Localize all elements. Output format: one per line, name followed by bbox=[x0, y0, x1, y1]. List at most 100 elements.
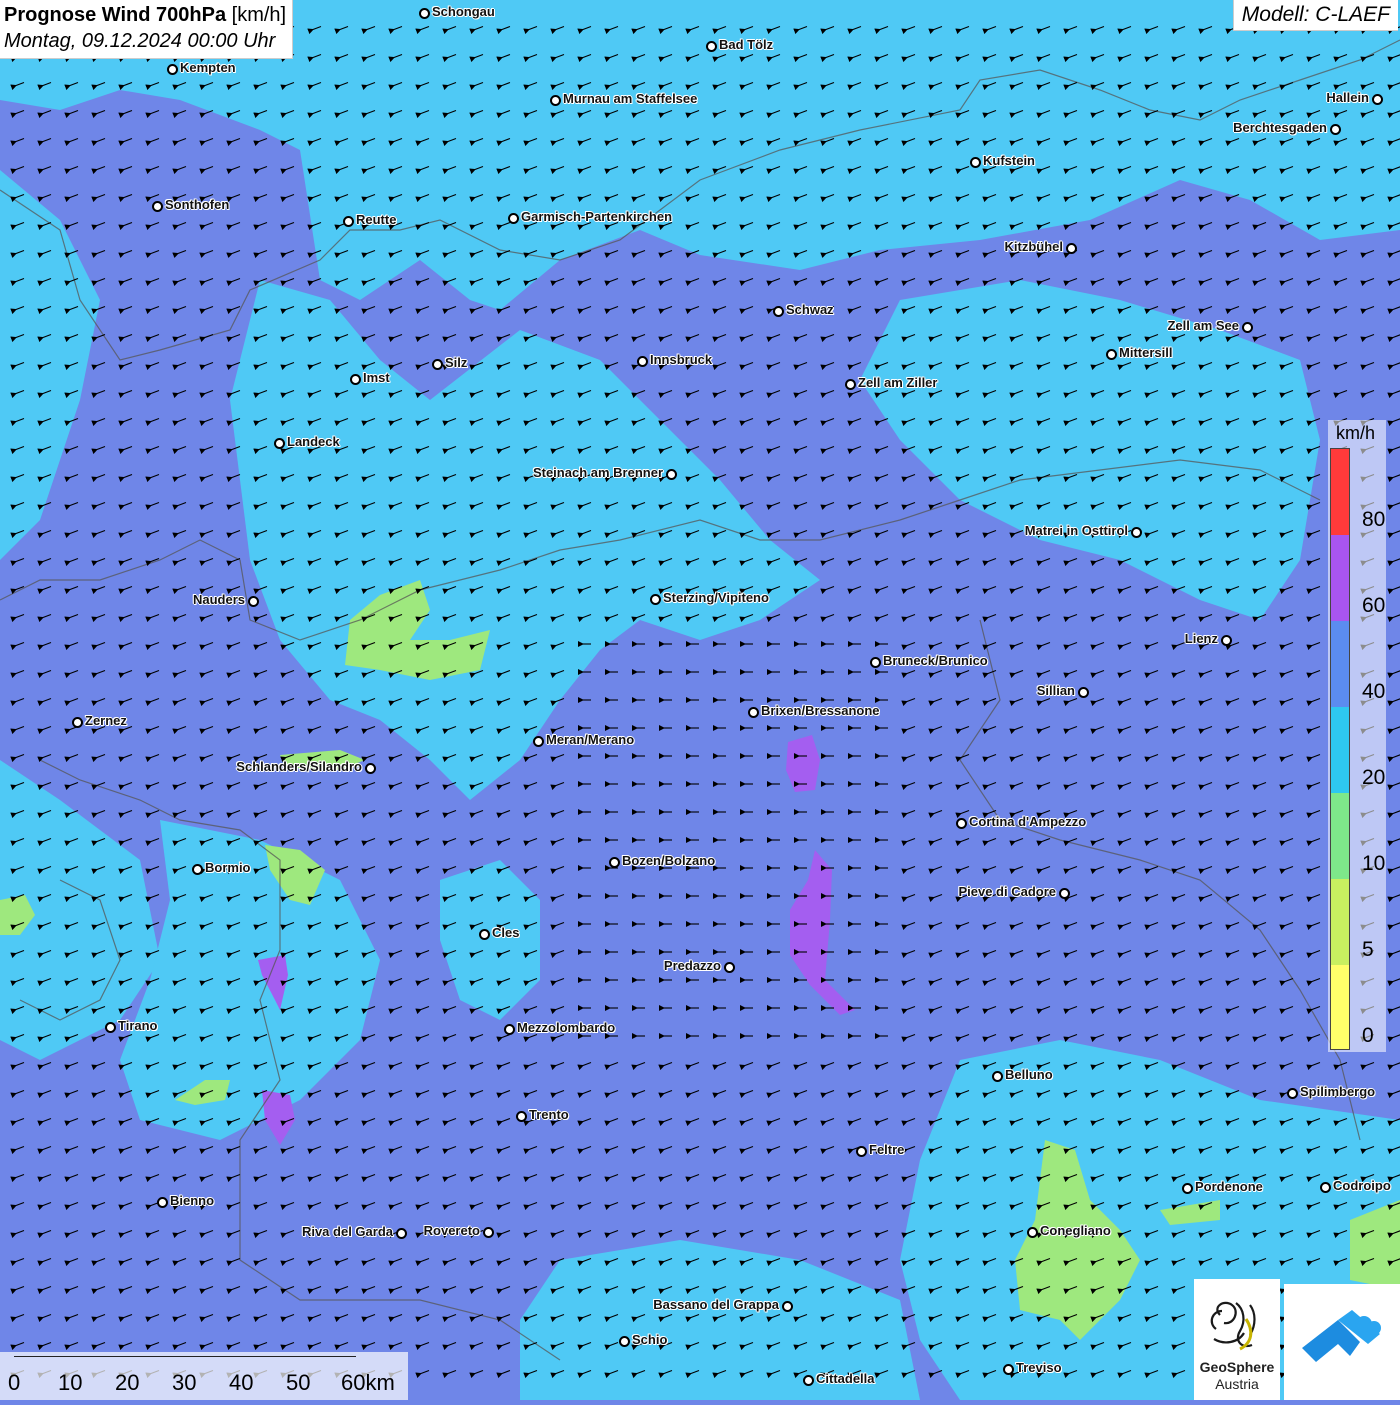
scale-label-0: 0 bbox=[8, 1370, 21, 1395]
geosphere-name: GeoSphere bbox=[1199, 1359, 1275, 1375]
geosphere-country: Austria bbox=[1215, 1376, 1259, 1392]
city-label-cittadella: Cittadella bbox=[816, 1371, 875, 1386]
city-marker-trento bbox=[516, 1111, 527, 1122]
city-marker-spilimbergo bbox=[1287, 1088, 1298, 1099]
city-label-bruneck-brunico: Bruneck/Brunico bbox=[883, 653, 988, 668]
city-label-meran-merano: Meran/Merano bbox=[546, 732, 635, 747]
city-marker-meran-merano bbox=[533, 736, 544, 747]
city-marker-kempten bbox=[167, 64, 178, 75]
scale-label-40: 40 bbox=[229, 1370, 254, 1395]
city-label-garmisch-partenkirchen: Garmisch-Partenkirchen bbox=[521, 209, 673, 224]
city-label-zell-am-ziller: Zell am Ziller bbox=[858, 375, 938, 390]
city-label-bad-t-lz: Bad Tölz bbox=[719, 37, 774, 52]
city-label-rovereto: Rovereto bbox=[423, 1223, 480, 1238]
city-label-murnau-am-staffelsee: Murnau am Staffelsee bbox=[563, 91, 698, 106]
city-marker-landeck bbox=[274, 438, 285, 449]
city-marker-sillian bbox=[1078, 687, 1089, 698]
legend-tick-10: 10 bbox=[1362, 852, 1386, 875]
city-label-bozen-bolzano: Bozen/Bolzano bbox=[622, 853, 716, 868]
city-label-predazzo: Predazzo bbox=[663, 958, 721, 973]
city-label-conegliano: Conegliano bbox=[1040, 1223, 1111, 1238]
city-label-zernez: Zernez bbox=[85, 713, 127, 728]
city-label-sillian: Sillian bbox=[1036, 683, 1075, 698]
title-box: Prognose Wind 700hPa [km/h] Montag, 09.1… bbox=[0, 0, 294, 59]
city-marker-innsbruck bbox=[637, 356, 648, 367]
city-marker-mezzolombardo bbox=[504, 1024, 515, 1035]
weather-app-logo bbox=[1284, 1284, 1400, 1400]
city-label-belluno: Belluno bbox=[1005, 1067, 1053, 1082]
city-label-riva-del-garda: Riva del Garda bbox=[301, 1224, 393, 1239]
city-label-tirano: Tirano bbox=[118, 1018, 158, 1033]
city-label-spilimbergo: Spilimbergo bbox=[1300, 1084, 1376, 1099]
city-marker-bruneck-brunico bbox=[870, 657, 881, 668]
city-marker-treviso bbox=[1003, 1364, 1014, 1375]
city-label-steinach-am-brenner: Steinach am Brenner bbox=[532, 465, 663, 480]
city-label-silz: Silz bbox=[445, 355, 468, 370]
city-marker-lienz bbox=[1221, 635, 1232, 646]
city-label-sonthofen: Sonthofen bbox=[165, 197, 230, 212]
city-marker-garmisch-partenkirchen bbox=[508, 213, 519, 224]
forecast-datetime: Montag, 09.12.2024 00:00 Uhr bbox=[4, 30, 276, 52]
city-marker-bienno bbox=[157, 1197, 168, 1208]
color-legend: km/h 80 60 40 20 10 5 0 bbox=[1328, 420, 1386, 1052]
city-marker-riva-del-garda bbox=[396, 1228, 407, 1239]
scale-label-10: 10 bbox=[58, 1370, 83, 1395]
city-marker-belluno bbox=[992, 1071, 1003, 1082]
city-marker-silz bbox=[432, 359, 443, 370]
city-marker-zell-am-ziller bbox=[845, 379, 856, 390]
legend-tick-40: 40 bbox=[1362, 680, 1386, 703]
city-marker-cles bbox=[479, 929, 490, 940]
city-marker-bormio bbox=[192, 864, 203, 875]
city-label-cortina-d-ampezzo: Cortina d'Ampezzo bbox=[969, 814, 1087, 829]
cloud-arrow-icon bbox=[1302, 1310, 1381, 1362]
legend-segment-40 bbox=[1331, 621, 1349, 707]
city-label-matrei-in-osttirol: Matrei in Osttirol bbox=[1024, 523, 1128, 538]
legend-segment-60 bbox=[1331, 535, 1349, 621]
city-marker-cittadella bbox=[803, 1375, 814, 1386]
city-label-pieve-di-cadore: Pieve di Cadore bbox=[958, 884, 1056, 899]
city-marker-sonthofen bbox=[152, 201, 163, 212]
city-label-pordenone: Pordenone bbox=[1195, 1179, 1263, 1194]
city-marker-schwaz bbox=[773, 306, 784, 317]
city-label-bormio: Bormio bbox=[205, 860, 251, 875]
title-unit: [km/h] bbox=[226, 4, 287, 26]
city-label-cles: Cles bbox=[492, 925, 520, 940]
city-marker-schongau bbox=[419, 8, 430, 19]
scale-label-30: 30 bbox=[172, 1370, 197, 1395]
city-marker-tirano bbox=[105, 1022, 116, 1033]
city-marker-imst bbox=[350, 374, 361, 385]
city-label-kempten: Kempten bbox=[180, 60, 236, 75]
city-marker-pieve-di-cadore bbox=[1059, 888, 1070, 899]
city-label-bassano-del-grappa: Bassano del Grappa bbox=[653, 1297, 779, 1312]
city-label-feltre: Feltre bbox=[869, 1142, 905, 1157]
city-label-mittersill: Mittersill bbox=[1119, 345, 1173, 360]
city-label-nauders: Nauders bbox=[192, 592, 245, 607]
scale-label-20: 20 bbox=[115, 1370, 140, 1395]
city-marker-brixen-bressanone bbox=[748, 707, 759, 718]
scale-line bbox=[14, 1356, 356, 1357]
legend-segment-80 bbox=[1331, 449, 1349, 535]
city-label-trento: Trento bbox=[529, 1107, 569, 1122]
scale-label-60km: 60km bbox=[341, 1370, 395, 1395]
city-marker-mittersill bbox=[1106, 349, 1117, 360]
city-marker-schio bbox=[619, 1336, 630, 1347]
city-label-schlanders-silandro: Schlanders/Silandro bbox=[236, 759, 362, 774]
model-label: Modell: C-LAEF bbox=[1232, 0, 1398, 31]
city-label-schio: Schio bbox=[632, 1332, 668, 1347]
city-marker-zernez bbox=[72, 717, 83, 728]
geosphere-logo: GeoSphere Austria bbox=[1194, 1279, 1280, 1400]
legend-segment-5 bbox=[1331, 879, 1349, 965]
city-marker-kufstein bbox=[970, 157, 981, 168]
legend-tick-5: 5 bbox=[1362, 938, 1374, 961]
city-label-brixen-bressanone: Brixen/Bressanone bbox=[761, 703, 880, 718]
legend-tick-0: 0 bbox=[1362, 1024, 1374, 1047]
city-marker-pordenone bbox=[1182, 1183, 1193, 1194]
city-label-treviso: Treviso bbox=[1016, 1360, 1062, 1375]
city-marker-conegliano bbox=[1027, 1227, 1038, 1238]
city-marker-nauders bbox=[248, 596, 259, 607]
city-label-schwaz: Schwaz bbox=[786, 302, 834, 317]
city-label-kitzb-hel: Kitzbühel bbox=[1004, 239, 1064, 254]
city-label-landeck: Landeck bbox=[287, 434, 340, 449]
legend-tick-60: 60 bbox=[1362, 594, 1386, 617]
legend-tick-20: 20 bbox=[1362, 766, 1386, 789]
